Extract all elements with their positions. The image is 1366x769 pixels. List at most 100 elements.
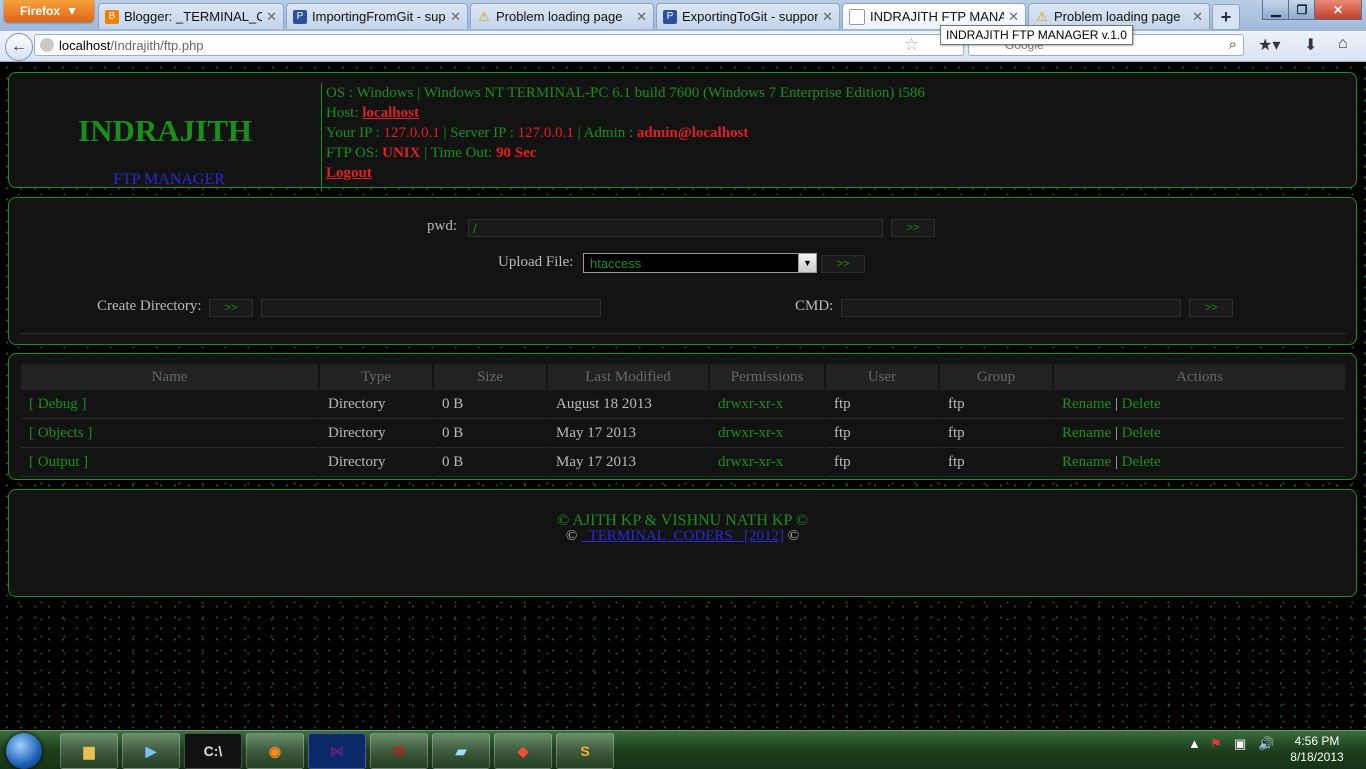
download-icon[interactable]: ⬇: [1304, 35, 1317, 55]
action-separator: |: [1114, 395, 1118, 412]
firefox-icon[interactable]: ◉: [246, 733, 304, 769]
search-icon[interactable]: ⌕: [1229, 36, 1237, 53]
page-content: INDRAJITH FTP MANAGER OS : Windows | Win…: [0, 62, 1366, 730]
delete-link[interactable]: Delete: [1122, 454, 1161, 470]
action-center-flag-icon[interactable]: ⚑: [1210, 736, 1222, 752]
close-icon[interactable]: ✕: [636, 9, 647, 25]
pwd-label: pwd:: [427, 218, 457, 234]
back-button[interactable]: ←: [5, 33, 33, 61]
chevron-down-icon[interactable]: ▼: [798, 254, 816, 272]
bookmark-star-icon[interactable]: ☆: [904, 35, 919, 55]
delete-link[interactable]: Delete: [1122, 396, 1161, 412]
column-header-size[interactable]: Size: [434, 364, 546, 390]
cmd-go-button[interactable]: >>: [1189, 299, 1233, 317]
media-player-icon[interactable]: ▶: [122, 733, 180, 769]
command-prompt-icon[interactable]: C:\: [184, 733, 242, 769]
brand: INDRAJITH FTP MANAGER: [9, 73, 321, 188]
visual-studio-icon[interactable]: ⋈: [308, 733, 366, 769]
directory-link[interactable]: [ Objects ]: [29, 425, 92, 441]
timeout-label: | Time Out:: [420, 145, 497, 161]
explorer-icon[interactable]: ▆: [60, 733, 118, 769]
directory-link[interactable]: [ Debug ]: [29, 396, 86, 412]
file-modified: May 17 2013: [548, 448, 708, 477]
host-label: Host:: [326, 105, 363, 121]
close-window-button[interactable]: ✕: [1314, 0, 1362, 20]
close-icon[interactable]: ✕: [266, 9, 277, 25]
url-host: localhost: [59, 37, 111, 53]
network-icon[interactable]: ▣: [1234, 736, 1246, 752]
terminal-coders-link[interactable]: _TERMINAL_CODERS_ [2012]: [581, 528, 784, 544]
file-permissions[interactable]: drwxr-xr-x: [710, 419, 824, 448]
rename-link[interactable]: Rename: [1062, 454, 1111, 470]
clock-date: 8/18/2013: [1290, 750, 1344, 764]
home-icon[interactable]: ⌂: [1338, 35, 1348, 53]
file-group: ftp: [940, 419, 1052, 448]
opera-icon[interactable]: O: [370, 733, 428, 769]
close-icon[interactable]: ✕: [450, 9, 461, 25]
git-icon[interactable]: ◆: [494, 733, 552, 769]
column-header-type[interactable]: Type: [320, 364, 432, 390]
bookmarks-icon[interactable]: ★▾: [1258, 35, 1280, 55]
notepad-icon[interactable]: ▰: [432, 733, 490, 769]
warning-icon: ⚠: [478, 8, 490, 24]
warning-icon: ⚠: [1036, 8, 1048, 24]
tab-problem-loading-1[interactable]: ⚠ Problem loading page ✕: [470, 3, 654, 29]
tab-title: ImportingFromGit - supp...: [312, 9, 446, 24]
controls-panel: pwd: / >> Upload File: htaccess ▼ >> Cre…: [8, 197, 1357, 345]
column-header-permissions[interactable]: Permissions: [710, 364, 824, 390]
close-icon[interactable]: ✕: [1192, 9, 1203, 25]
host-link[interactable]: localhost: [362, 105, 419, 121]
close-icon[interactable]: ✕: [1008, 9, 1019, 25]
delete-link[interactable]: Delete: [1122, 425, 1161, 441]
table-row: [ Debug ] Directory 0 B August 18 2013 d…: [21, 390, 1345, 419]
column-header-name[interactable]: Name: [21, 364, 318, 390]
firefox-menu-button[interactable]: Firefox ▼: [4, 0, 94, 22]
divider: [19, 333, 1347, 334]
table-row: [ Objects ] Directory 0 B May 17 2013 dr…: [21, 419, 1345, 448]
pwd-input[interactable]: /: [468, 219, 883, 237]
file-user: ftp: [826, 448, 938, 477]
start-button[interactable]: [6, 733, 42, 769]
sublime-icon[interactable]: S: [556, 733, 614, 769]
footer-panel: © AJITH KP & VISHNU NATH KP © © _TERMINA…: [8, 489, 1357, 597]
system-clock[interactable]: 4:56 PM 8/18/2013: [1282, 733, 1352, 765]
upload-go-button[interactable]: >>: [821, 255, 865, 273]
tab-importing-from-git[interactable]: P ImportingFromGit - supp... ✕: [286, 3, 468, 29]
upload-file-select[interactable]: htaccess ▼: [583, 253, 817, 273]
copyright-symbol: ©: [787, 528, 800, 544]
header-panel: INDRAJITH FTP MANAGER OS : Windows | Win…: [8, 72, 1357, 191]
clock-time: 4:56 PM: [1294, 734, 1340, 748]
taskbar: ▆ ▶ C:\ ◉ ⋈ O ▰ ◆ S: [0, 730, 1366, 769]
create-directory-input[interactable]: [261, 299, 601, 317]
close-icon[interactable]: ✕: [822, 9, 833, 25]
cmd-input[interactable]: [841, 299, 1181, 317]
file-size: 0 B: [434, 419, 546, 448]
column-header-group[interactable]: Group: [940, 364, 1052, 390]
column-header-actions[interactable]: Actions: [1054, 364, 1345, 390]
file-table: Name Type Size Last Modified Permissions…: [19, 364, 1347, 477]
rename-link[interactable]: Rename: [1062, 396, 1111, 412]
maximize-button[interactable]: ❐: [1288, 0, 1316, 20]
your-ip-label: Your IP :: [326, 125, 384, 141]
tab-exporting-to-git[interactable]: P ExportingToGit - support... ✕: [656, 3, 840, 29]
create-directory-go-button[interactable]: >>: [209, 299, 253, 317]
server-ip-label: | Server IP :: [439, 125, 518, 141]
column-header-user[interactable]: User: [826, 364, 938, 390]
copyright-symbol: ©: [565, 528, 578, 544]
rename-link[interactable]: Rename: [1062, 425, 1111, 441]
column-header-last-modified[interactable]: Last Modified: [548, 364, 708, 390]
url-bar[interactable]: localhost/Indrajith/ftp.php: [34, 34, 964, 56]
file-permissions[interactable]: drwxr-xr-x: [710, 390, 824, 419]
ftp-os-value: UNIX: [382, 145, 421, 161]
pwd-go-button[interactable]: >>: [891, 219, 935, 237]
minimize-button[interactable]: ▁: [1262, 0, 1290, 20]
tab-blogger[interactable]: B Blogger: _TERMINAL_CO... ✕: [98, 3, 284, 29]
upload-file-selected: htaccess: [590, 256, 642, 271]
volume-icon[interactable]: 🔊: [1258, 736, 1274, 752]
new-tab-button[interactable]: +: [1212, 4, 1240, 30]
logout-link[interactable]: Logout: [326, 165, 372, 181]
show-hidden-icons-icon[interactable]: ▲: [1188, 736, 1201, 751]
directory-link[interactable]: [ Output ]: [29, 454, 88, 470]
footer-copyright: © _TERMINAL_CODERS_ [2012] ©: [9, 528, 1356, 545]
file-permissions[interactable]: drwxr-xr-x: [710, 448, 824, 477]
